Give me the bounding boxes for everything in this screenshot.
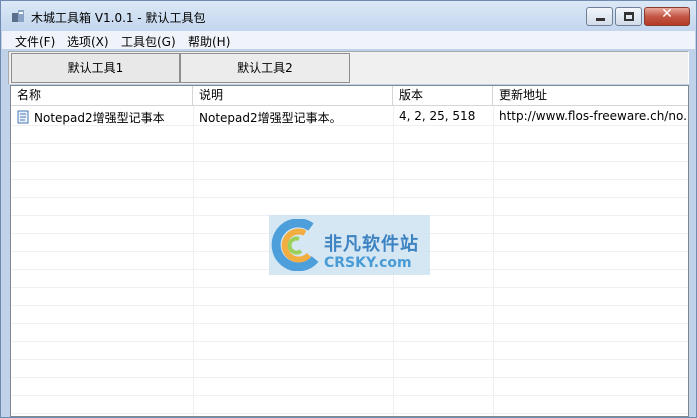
row-gridline bbox=[11, 377, 688, 378]
close-icon: ✕ bbox=[661, 6, 673, 22]
cell-description: Notepad2增强型记事本。 bbox=[199, 111, 342, 125]
window-title: 木城工具箱 V1.0.1 - 默认工具包 bbox=[31, 11, 206, 25]
minimize-icon bbox=[596, 18, 605, 21]
column-divider bbox=[193, 106, 194, 416]
row-gridline bbox=[11, 287, 688, 288]
toolbox-app-icon bbox=[12, 10, 24, 22]
row-gridline bbox=[11, 161, 688, 162]
row-gridline bbox=[11, 143, 688, 144]
menu-help[interactable]: 帮助(H) bbox=[188, 33, 230, 50]
tab-bar: 默认工具1 默认工具2 bbox=[8, 51, 689, 84]
column-header-description[interactable]: 说明 bbox=[193, 86, 393, 106]
watermark-cn-text: 非凡软件站 bbox=[324, 234, 419, 255]
title-bar[interactable]: 木城工具箱 V1.0.1 - 默认工具包 ✕ bbox=[1, 1, 696, 31]
menu-file[interactable]: 文件(F) bbox=[15, 33, 55, 50]
column-header-version[interactable]: 版本 bbox=[393, 86, 493, 106]
tab-default-tools-1[interactable]: 默认工具1 bbox=[11, 53, 180, 83]
column-header-update-url[interactable]: 更新地址 bbox=[493, 86, 688, 106]
row-gridline bbox=[11, 341, 688, 342]
close-button[interactable]: ✕ bbox=[644, 6, 690, 26]
menu-toolkit[interactable]: 工具包(G) bbox=[121, 33, 176, 50]
cell-version: 4, 2, 25, 518 bbox=[399, 109, 476, 123]
row-gridline bbox=[11, 413, 688, 414]
row-gridline bbox=[11, 395, 688, 396]
row-gridline bbox=[11, 179, 688, 180]
maximize-icon bbox=[624, 12, 634, 21]
menu-bar: 文件(F) 选项(X) 工具包(G) 帮助(H) bbox=[2, 31, 695, 49]
cell-name: Notepad2增强型记事本 bbox=[34, 111, 165, 125]
row-gridline bbox=[11, 323, 688, 324]
tab-default-tools-2[interactable]: 默认工具2 bbox=[180, 53, 350, 83]
crsky-logo-icon bbox=[271, 219, 319, 271]
column-divider bbox=[493, 106, 494, 416]
watermark-en-text: CRSKY.com bbox=[324, 255, 412, 271]
row-gridline bbox=[11, 305, 688, 306]
minimize-button[interactable] bbox=[586, 7, 613, 26]
cell-update-url: http://www.flos-freeware.ch/no... bbox=[499, 109, 687, 123]
menu-options[interactable]: 选项(X) bbox=[67, 33, 109, 50]
column-header-name[interactable]: 名称 bbox=[11, 86, 193, 106]
notepad-icon bbox=[17, 110, 29, 124]
watermark-logo: 非凡软件站 CRSKY.com bbox=[269, 215, 430, 275]
app-window: 木城工具箱 V1.0.1 - 默认工具包 ✕ 文件(F) 选项(X) 工具包(G… bbox=[0, 0, 697, 418]
maximize-button[interactable] bbox=[615, 7, 642, 26]
row-gridline bbox=[11, 359, 688, 360]
row-gridline bbox=[11, 197, 688, 198]
caption-buttons: ✕ bbox=[584, 6, 690, 26]
